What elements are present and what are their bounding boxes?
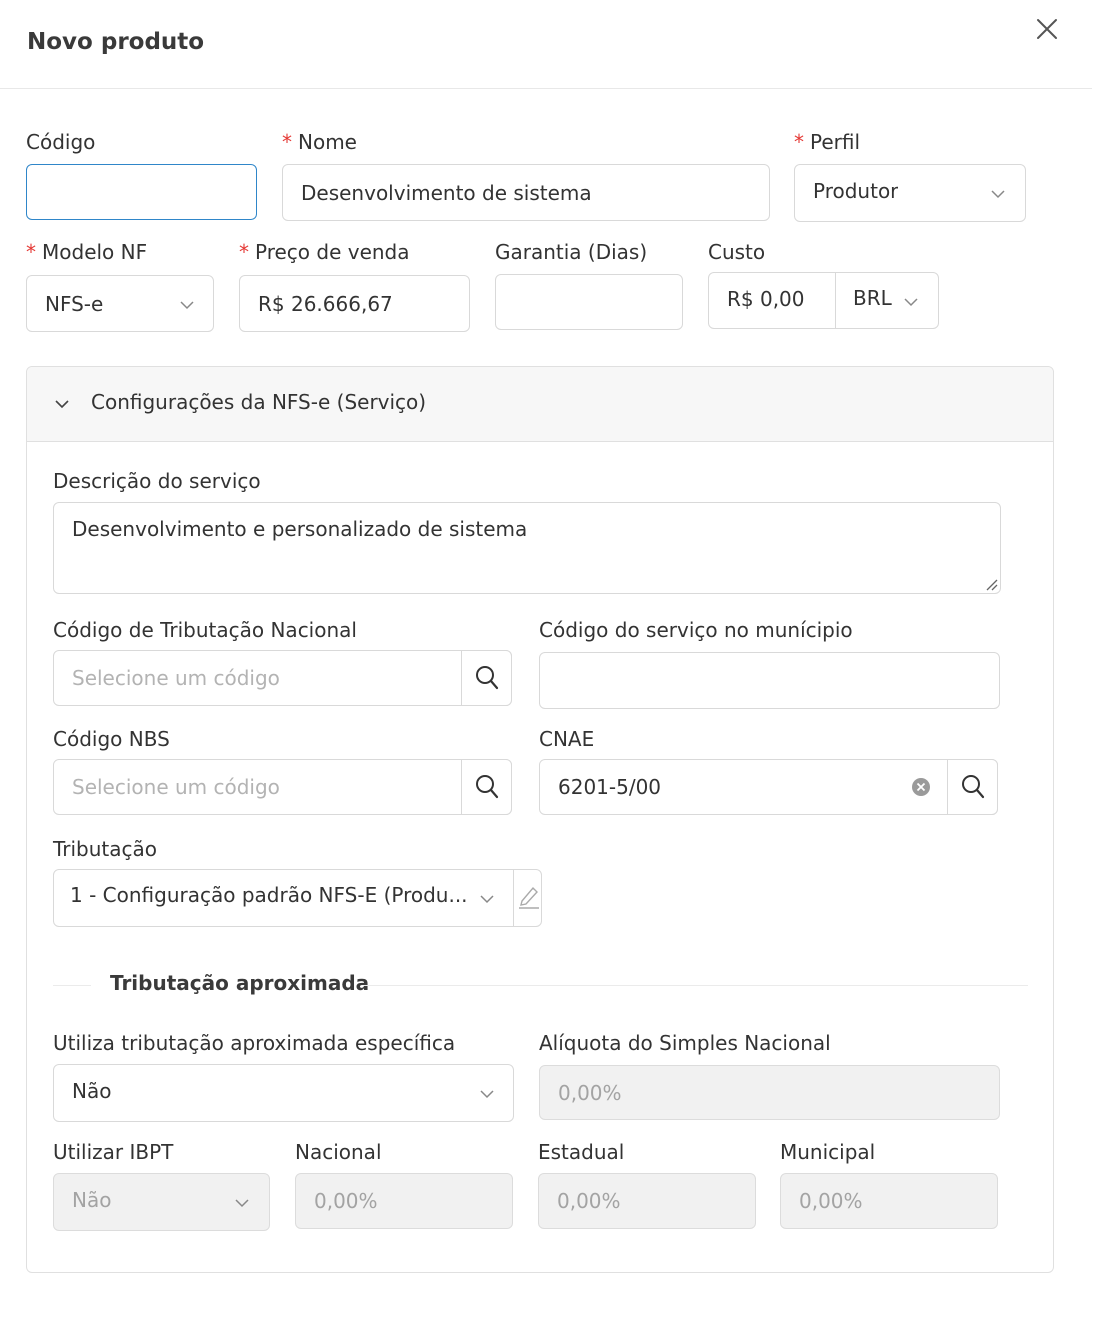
nfse-panel-title: Configurações da NFS-e (Serviço) (91, 390, 427, 414)
municipal-input[interactable]: 0,00% (780, 1173, 998, 1229)
chevron-down-icon (55, 400, 69, 409)
perfil-select[interactable]: Produtor (794, 164, 1026, 222)
cod-nbs-search-button[interactable] (461, 759, 512, 815)
modelo-nf-label: * Modelo NF (26, 240, 148, 264)
nome-input[interactable]: Desenvolvimento de sistema (282, 164, 770, 221)
divider (364, 985, 1028, 986)
cod-nbs-input[interactable]: Selecione um código (53, 759, 512, 815)
modelo-nf-select[interactable]: NFS-e (26, 275, 214, 332)
nacional-input[interactable]: 0,00% (295, 1173, 513, 1229)
cod-servico-municipio-label: Código do serviço no munícipio (539, 618, 853, 642)
municipal-label: Municipal (780, 1140, 876, 1164)
nome-label: * Nome (282, 130, 357, 154)
codigo-input[interactable] (26, 164, 257, 220)
cnae-search-button[interactable] (947, 759, 998, 815)
modal-header: Novo produto (0, 0, 1092, 89)
descricao-textarea[interactable]: Desenvolvimento e personalizado de siste… (53, 502, 1001, 594)
cnae-label: CNAE (539, 727, 595, 751)
edit-pencil-icon (519, 886, 539, 909)
cod-nbs-label: Código NBS (53, 727, 170, 751)
search-icon (476, 775, 499, 799)
edit-tributacao-button[interactable] (514, 870, 542, 926)
tributacao-select[interactable]: 1 - Configuração padrão NFS-E (Produ... (54, 870, 513, 926)
tributacao-label: Tributação (53, 837, 158, 861)
chevron-down-icon (904, 298, 918, 307)
perfil-label: * Perfil (794, 130, 861, 154)
preco-venda-input[interactable]: R$ 26.666,67 (239, 275, 470, 332)
tributacao-aproximada-title: Tributação aproximada (110, 971, 370, 995)
custo-input[interactable]: R$ 0,00 (727, 287, 805, 311)
nfse-panel-header[interactable]: Configurações da NFS-e (Serviço) (27, 367, 1053, 442)
custo-input-group: R$ 0,00 BRL (708, 272, 939, 329)
search-icon (476, 666, 499, 690)
codigo-label: Código (26, 130, 96, 154)
search-icon (962, 775, 985, 799)
close-icon[interactable] (1031, 13, 1063, 45)
garantia-input[interactable] (495, 274, 683, 330)
estadual-input[interactable]: 0,00% (538, 1173, 756, 1229)
chevron-down-icon (235, 1199, 249, 1208)
currency-select[interactable]: BRL (836, 273, 938, 328)
utiliza-especifica-label: Utiliza tributação aproximada específica (53, 1031, 456, 1055)
garantia-label: Garantia (Dias) (495, 240, 648, 264)
custo-label: Custo (708, 240, 766, 264)
clear-icon[interactable] (911, 777, 931, 797)
cod-trib-search-button[interactable] (461, 650, 512, 706)
nacional-label: Nacional (295, 1140, 382, 1164)
chevron-down-icon (480, 1090, 494, 1099)
utilizar-ibpt-select[interactable]: Não (53, 1173, 270, 1231)
chevron-down-icon (180, 301, 194, 310)
cnae-input[interactable]: 6201-5/00 (539, 759, 998, 815)
divider (53, 985, 91, 986)
cod-servico-municipio-input[interactable] (539, 652, 1000, 709)
utilizar-ibpt-label: Utilizar IBPT (53, 1140, 174, 1164)
chevron-down-icon (991, 190, 1005, 199)
aliquota-simples-input[interactable]: 0,00% (539, 1065, 1000, 1120)
utiliza-especifica-select[interactable]: Não (53, 1064, 514, 1122)
resize-handle-icon[interactable] (984, 577, 998, 591)
modal-title: Novo produto (27, 29, 205, 55)
chevron-down-icon (480, 895, 494, 904)
estadual-label: Estadual (538, 1140, 625, 1164)
cod-trib-nacional-input[interactable]: Selecione um código (53, 650, 512, 706)
aliquota-simples-label: Alíquota do Simples Nacional (539, 1031, 831, 1055)
descricao-label: Descrição do serviço (53, 469, 261, 493)
tributacao-select-group: 1 - Configuração padrão NFS-E (Produ... (53, 869, 542, 927)
preco-venda-label: * Preço de venda (239, 240, 410, 264)
cod-trib-nacional-label: Código de Tributação Nacional (53, 618, 357, 642)
